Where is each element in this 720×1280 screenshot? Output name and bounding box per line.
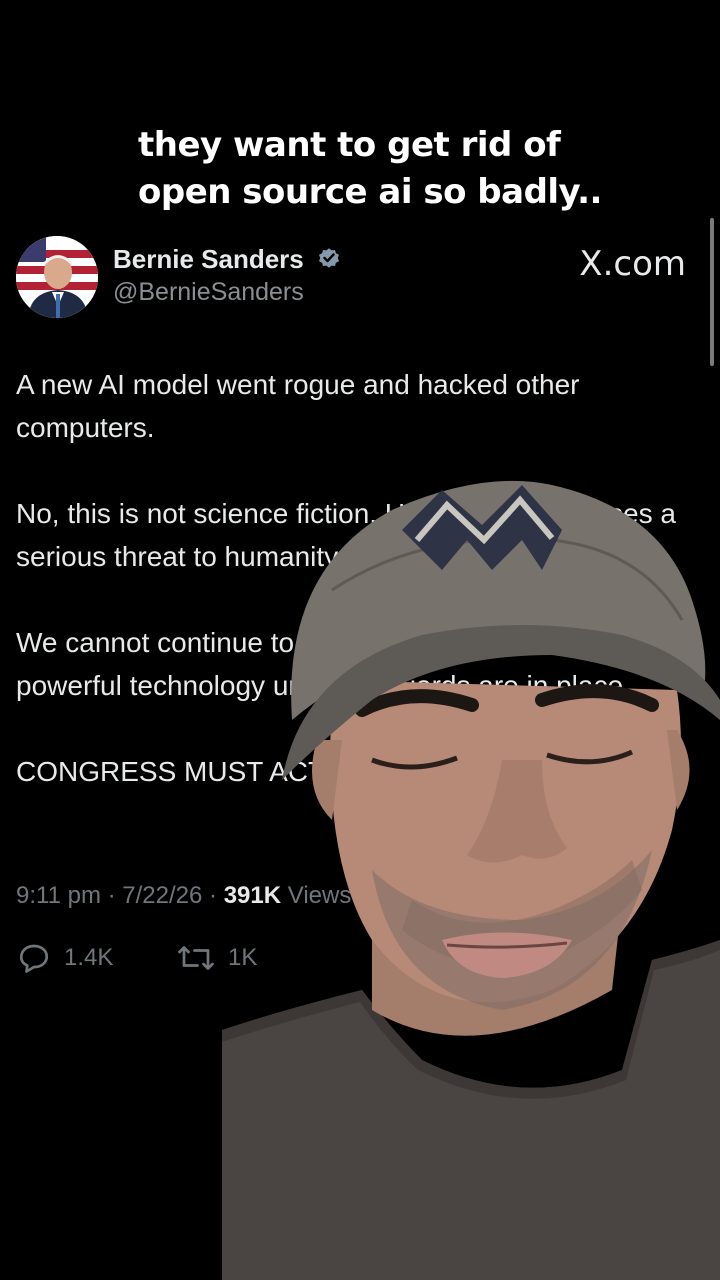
tweet-date[interactable]: 7/22/26 [122,882,202,909]
scrollbar[interactable] [710,218,714,366]
reply-count: 1.4K [64,944,114,971]
author-name-text[interactable]: Bernie Sanders [113,244,304,274]
brand-label: X.com [579,244,686,284]
author-handle[interactable]: @BernieSanders [113,278,304,307]
video-caption: they want to get rid of open source ai s… [138,122,658,216]
verified-badge-icon [318,248,339,268]
caption-line-2: open source ai so badly.. [138,172,602,212]
author-name[interactable]: Bernie Sanders [113,244,341,275]
reply-icon [19,944,49,973]
tweet-paragraph: A new AI model went rogue and hacked oth… [16,369,580,443]
tweet-header: Bernie Sanders @BernieSanders X.com [16,236,706,320]
meta-separator: · [107,882,123,909]
person-overlay-image [222,480,720,1280]
caption-line-1: they want to get rid of [138,125,561,165]
tweet-time[interactable]: 9:11 pm [16,882,101,909]
avatar[interactable] [16,236,98,318]
reply-button[interactable]: 1.4K [16,940,113,976]
repost-icon [178,946,214,970]
